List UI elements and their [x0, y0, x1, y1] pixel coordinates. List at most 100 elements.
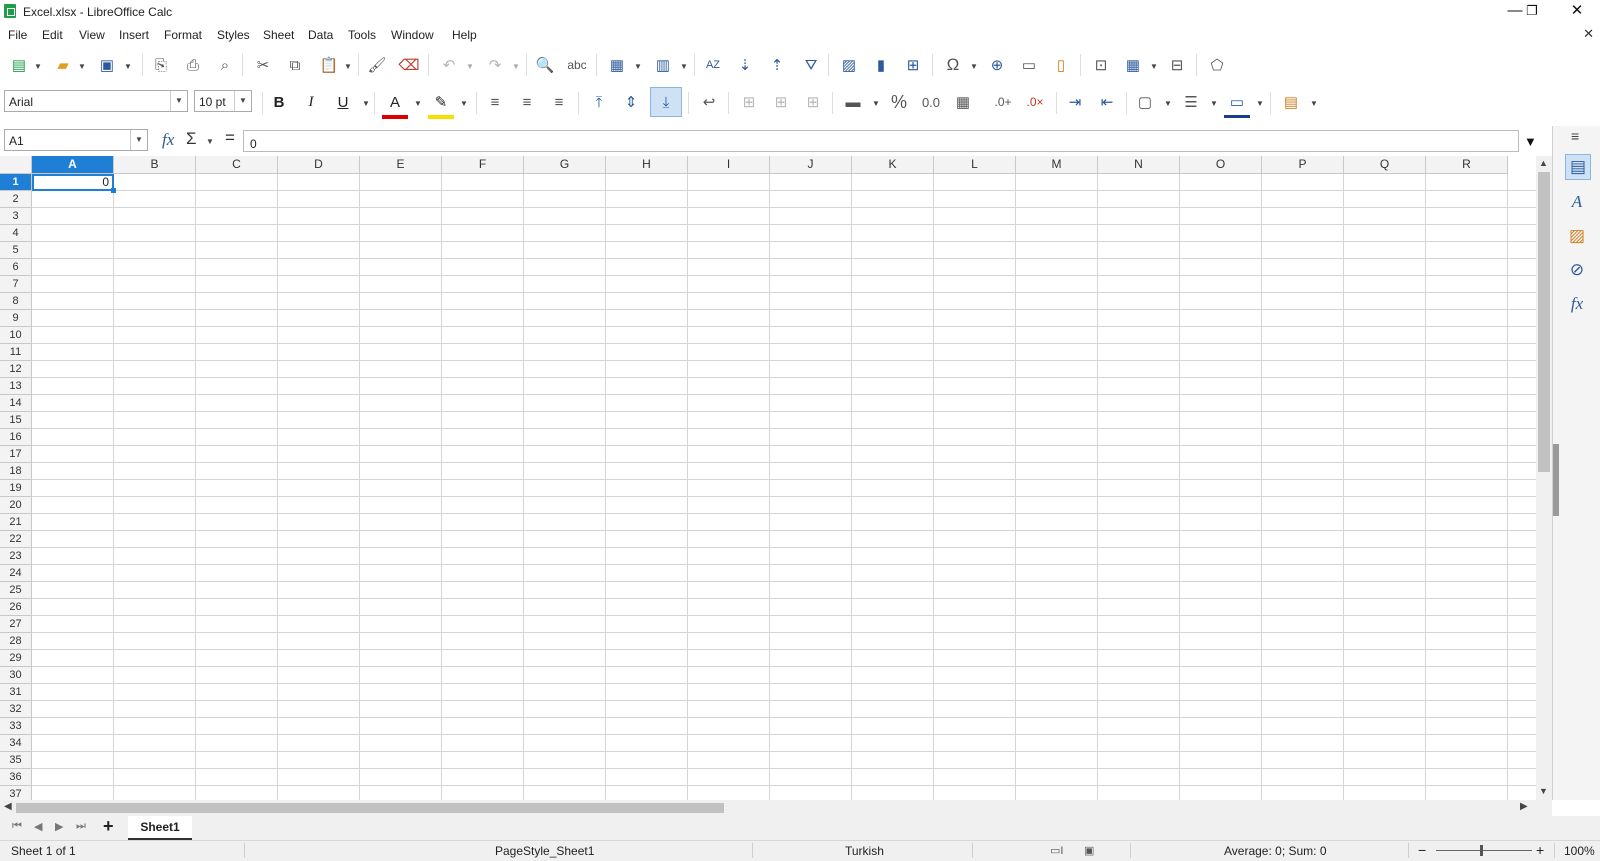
sidebar-collapse-handle[interactable]: [1553, 444, 1559, 516]
zoom-slider[interactable]: [1436, 850, 1532, 851]
headers-footers-icon[interactable]: ▯: [1048, 52, 1074, 78]
row-header-37[interactable]: 37: [0, 786, 32, 800]
undo-dropdown-icon[interactable]: ▼: [466, 62, 474, 71]
row-header-27[interactable]: 27: [0, 616, 32, 633]
border-style-icon[interactable]: ☰: [1178, 89, 1204, 115]
row-dropdown-icon[interactable]: ▼: [634, 62, 642, 71]
define-print-area-icon[interactable]: ⊡: [1088, 52, 1114, 78]
row-header-28[interactable]: 28: [0, 633, 32, 650]
first-sheet-icon[interactable]: ⏮: [12, 820, 22, 833]
conditional-format-icon[interactable]: ▤: [1278, 89, 1304, 115]
row-header-12[interactable]: 12: [0, 361, 32, 378]
freeze-rows-columns-icon[interactable]: ▦: [1120, 52, 1146, 78]
row-header-2[interactable]: 2: [0, 191, 32, 208]
freeze-dropdown-icon[interactable]: ▼: [1150, 62, 1158, 71]
row-header-18[interactable]: 18: [0, 463, 32, 480]
sidebar-menu-icon[interactable]: ≡: [1571, 128, 1579, 144]
highlight-dropdown-icon[interactable]: ▼: [460, 99, 468, 108]
close-window-button[interactable]: ✕: [1554, 0, 1600, 24]
paste-dropdown-icon[interactable]: ▼: [344, 62, 352, 71]
column-header-l[interactable]: L: [934, 156, 1016, 174]
column-header-q[interactable]: Q: [1344, 156, 1426, 174]
menu-tools[interactable]: Tools: [348, 28, 376, 42]
spelling-icon[interactable]: abc: [564, 52, 590, 78]
formula-input[interactable]: 0: [243, 130, 1519, 152]
row-header-17[interactable]: 17: [0, 446, 32, 463]
increase-indent-icon[interactable]: ⇥: [1062, 89, 1088, 115]
print-preview-icon[interactable]: ⌕: [212, 52, 238, 78]
merge-cells-icon[interactable]: ⊞: [768, 89, 794, 115]
menu-window[interactable]: Window: [391, 28, 434, 42]
row-header-6[interactable]: 6: [0, 259, 32, 276]
next-sheet-icon[interactable]: ▶: [55, 820, 63, 833]
horizontal-scrollbar[interactable]: ◀ ▶: [0, 800, 1552, 816]
column-header-h[interactable]: H: [606, 156, 688, 174]
select-all-corner[interactable]: [0, 156, 32, 174]
menu-styles[interactable]: Styles: [217, 28, 250, 42]
underline-dropdown-icon[interactable]: ▼: [362, 99, 370, 108]
column-dropdown-icon[interactable]: ▼: [680, 62, 688, 71]
pivot-table-icon[interactable]: ⊞: [900, 52, 926, 78]
zoom-level[interactable]: 100%: [1564, 844, 1595, 858]
find-replace-icon[interactable]: 🔍: [532, 52, 558, 78]
insert-chart-icon[interactable]: ▮: [868, 52, 894, 78]
autofill-handle[interactable]: [111, 188, 116, 193]
row-header-1[interactable]: 1: [0, 174, 32, 191]
split-window-icon[interactable]: ⊟: [1164, 52, 1190, 78]
sort-descending-icon[interactable]: ⇡: [764, 52, 790, 78]
menu-edit[interactable]: Edit: [42, 28, 63, 42]
last-sheet-icon[interactable]: ⏭: [76, 820, 86, 833]
row-header-31[interactable]: 31: [0, 684, 32, 701]
border-color-icon[interactable]: ▭: [1224, 89, 1250, 118]
conditional-format-dropdown-icon[interactable]: ▼: [1310, 99, 1318, 108]
column-header-b[interactable]: B: [114, 156, 196, 174]
border-color-dropdown-icon[interactable]: ▼: [1256, 99, 1264, 108]
row-header-22[interactable]: 22: [0, 531, 32, 548]
align-bottom-icon[interactable]: ⤓: [650, 87, 682, 117]
column-header-o[interactable]: O: [1180, 156, 1262, 174]
merge-center-icon[interactable]: ⊞: [736, 89, 762, 115]
previous-sheet-icon[interactable]: ◀: [34, 820, 42, 833]
font-name-dropdown-icon[interactable]: ▼: [170, 91, 187, 111]
column-header-e[interactable]: E: [360, 156, 442, 174]
clear-formatting-icon[interactable]: ⌫: [396, 52, 422, 78]
align-right-icon[interactable]: ≡: [546, 89, 572, 115]
row-header-3[interactable]: 3: [0, 208, 32, 225]
zoom-in-button[interactable]: +: [1536, 842, 1544, 858]
currency-format-icon[interactable]: ▬: [840, 89, 866, 115]
special-character-icon[interactable]: Ω: [940, 52, 966, 78]
number-format-button[interactable]: 0.0: [918, 89, 944, 115]
row-header-33[interactable]: 33: [0, 718, 32, 735]
scroll-up-icon[interactable]: ▲: [1539, 158, 1548, 168]
column-header-c[interactable]: C: [196, 156, 278, 174]
highlight-color-icon[interactable]: ✎: [428, 89, 454, 119]
sum-icon[interactable]: Σ: [186, 129, 197, 149]
sort-ascending-icon[interactable]: ⇣: [732, 52, 758, 78]
column-header-p[interactable]: P: [1262, 156, 1344, 174]
column-icon[interactable]: ▥: [650, 52, 676, 78]
row-header-24[interactable]: 24: [0, 565, 32, 582]
insert-image-icon[interactable]: ▨: [836, 52, 862, 78]
row-header-11[interactable]: 11: [0, 344, 32, 361]
row-header-4[interactable]: 4: [0, 225, 32, 242]
name-box[interactable]: A1 ▼: [4, 129, 148, 151]
unmerge-cells-icon[interactable]: ⊞: [800, 89, 826, 115]
menu-file[interactable]: File: [8, 28, 27, 42]
align-top-icon[interactable]: ⤒: [586, 89, 612, 115]
function-wizard-icon[interactable]: fx: [162, 130, 174, 150]
row-header-30[interactable]: 30: [0, 667, 32, 684]
copy-icon[interactable]: ⧉: [282, 52, 308, 78]
horizontal-scroll-thumb[interactable]: [16, 803, 724, 813]
document-modified-icon[interactable]: ▣: [1084, 844, 1094, 857]
underline-button[interactable]: U: [330, 89, 356, 115]
center-vertically-icon[interactable]: ⇕: [618, 89, 644, 115]
properties-icon[interactable]: ▤: [1565, 154, 1591, 180]
row-header-35[interactable]: 35: [0, 752, 32, 769]
expand-formula-bar-icon[interactable]: ▼: [1524, 134, 1537, 149]
row-header-7[interactable]: 7: [0, 276, 32, 293]
add-sheet-button[interactable]: +: [103, 816, 114, 837]
undo-icon[interactable]: ↶: [436, 52, 462, 78]
row-header-5[interactable]: 5: [0, 242, 32, 259]
vertical-scroll-thumb[interactable]: [1538, 172, 1550, 472]
redo-dropdown-icon[interactable]: ▼: [512, 62, 520, 71]
